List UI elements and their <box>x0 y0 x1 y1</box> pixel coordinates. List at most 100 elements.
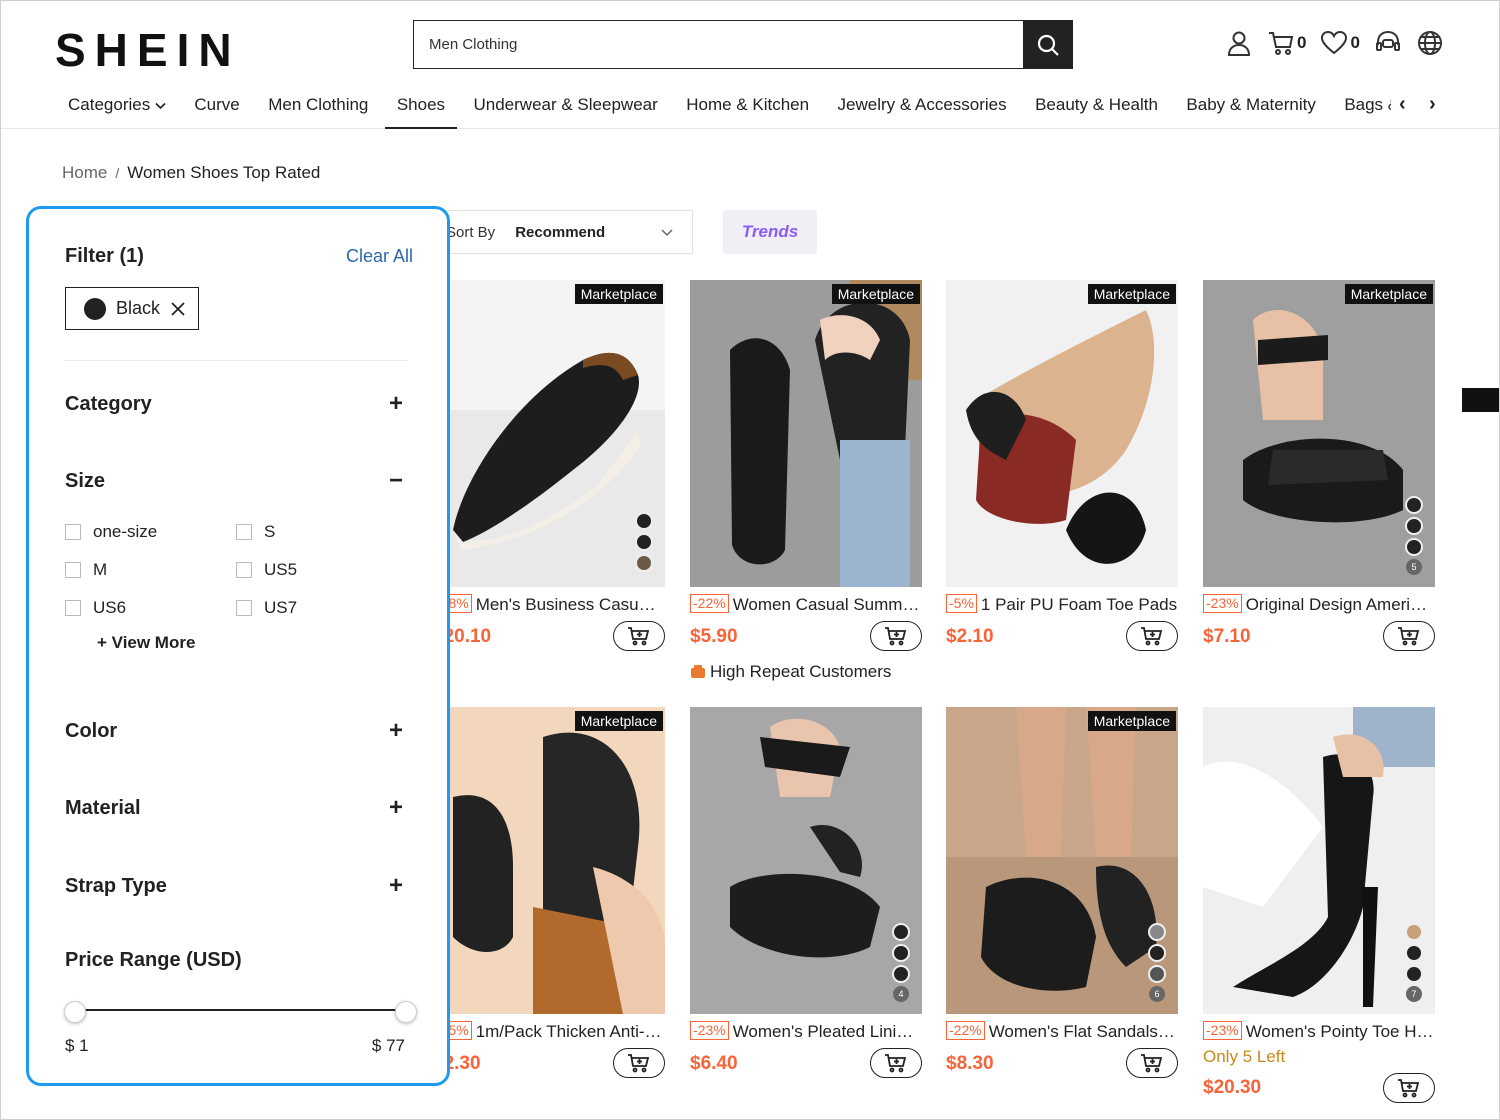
cart-button[interactable]: 0 <box>1267 29 1306 57</box>
add-to-cart-button[interactable] <box>1383 1073 1435 1103</box>
clear-all-button[interactable]: Clear All <box>346 246 413 267</box>
price-slider-track[interactable] <box>75 1009 407 1011</box>
filter-section-color[interactable]: Color + <box>65 717 407 745</box>
product-image[interactable]: Marketplace <box>433 280 665 587</box>
marketplace-badge: Marketplace <box>574 711 663 731</box>
nav-item-bags-luggage[interactable]: Bags & Luggage <box>1332 85 1391 129</box>
filter-section-size[interactable]: Size − <box>65 467 407 495</box>
breadcrumb-home[interactable]: Home <box>62 163 107 182</box>
size-option[interactable]: US6 <box>65 598 126 618</box>
nav-item-jewelry-accessories[interactable]: Jewelry & Accessories <box>826 85 1019 129</box>
filter-section-material[interactable]: Material + <box>65 794 407 822</box>
header-actions: 0 0 <box>1225 29 1444 57</box>
wishlist-button[interactable]: 0 <box>1320 29 1360 57</box>
marketplace-badge: Marketplace <box>1087 711 1176 731</box>
search-input[interactable] <box>414 21 1023 68</box>
price-min-label: $ 1 <box>65 1036 89 1055</box>
checkbox[interactable] <box>236 600 252 616</box>
size-option[interactable]: S <box>236 522 275 542</box>
color-swatches <box>635 512 653 572</box>
nav-item-men-clothing[interactable]: Men Clothing <box>256 85 380 129</box>
search-button[interactable] <box>1023 21 1072 68</box>
add-to-cart-icon <box>628 1054 650 1073</box>
nav-item-baby-maternity[interactable]: Baby & Maternity <box>1174 85 1327 129</box>
color-swatches: 5 <box>1405 496 1423 575</box>
filter-section-category[interactable]: Category + <box>65 390 407 418</box>
product-title[interactable]: -5% 1 Pair PU Foam Toe Pads <box>946 594 1178 615</box>
view-more-button[interactable]: + View More <box>97 633 195 653</box>
nav-prev-button[interactable]: ‹ <box>1399 93 1406 116</box>
product-price: $20.30 <box>1203 1077 1262 1098</box>
support-button[interactable] <box>1374 29 1402 57</box>
product-title[interactable]: -23%Women's Pleated Lining Sandals <box>690 1021 922 1042</box>
add-to-cart-button[interactable] <box>870 621 922 651</box>
add-to-cart-button[interactable] <box>1126 621 1178 651</box>
add-to-cart-icon <box>628 627 650 646</box>
checkbox[interactable] <box>65 524 81 540</box>
sort-value: Recommend <box>515 223 606 241</box>
chevron-down-icon <box>661 229 673 237</box>
product-image[interactable]: Marketplace <box>433 707 665 1014</box>
product-title[interactable]: -22%Women Casual Summer Slides <box>690 594 922 615</box>
size-option[interactable]: one-size <box>65 522 157 542</box>
close-icon[interactable] <box>170 301 186 317</box>
color-swatches: 6 <box>1148 923 1166 1002</box>
wishlist-count: 0 <box>1350 33 1360 52</box>
expand-icon: + <box>388 794 403 821</box>
sort-dropdown[interactable]: Sort By Recommend <box>431 210 693 254</box>
product-title[interactable]: -15%1m/Pack Thicken Anti-Slip Tape <box>433 1021 665 1042</box>
active-filter-chip[interactable]: Black <box>65 287 200 330</box>
nav-item-underwear-sleepwear[interactable]: Underwear & Sleepwear <box>462 85 670 129</box>
nav-item-categories[interactable]: Categories <box>56 85 178 129</box>
product-title[interactable]: -23%Original Design American Sandals <box>1203 594 1435 615</box>
product-image[interactable]: 4 <box>690 707 922 1014</box>
chip-label: Black <box>116 298 161 318</box>
product-image[interactable]: Marketplace 6 <box>946 707 1178 1014</box>
marketplace-badge: Marketplace <box>574 284 663 304</box>
product-image[interactable]: Marketplace <box>690 280 922 587</box>
expand-icon: + <box>388 872 403 899</box>
checkbox[interactable] <box>65 562 81 578</box>
filter-section-strap-type[interactable]: Strap Type + <box>65 872 407 900</box>
price-slider-max-handle[interactable] <box>395 1001 417 1023</box>
nav-item-curve[interactable]: Curve <box>182 85 251 129</box>
product-title[interactable]: -28%Men's Business Casual Shoes <box>433 594 665 615</box>
user-icon <box>1227 31 1251 56</box>
headset-icon <box>1375 30 1400 51</box>
add-to-cart-icon <box>1141 1054 1163 1073</box>
product-title[interactable]: -23% Women's Pointy Toe Heels <box>1203 1021 1435 1042</box>
nav-next-button[interactable]: › <box>1429 93 1436 116</box>
product-image[interactable]: 7 <box>1203 707 1435 1014</box>
product-image[interactable]: Marketplace 5 <box>1203 280 1435 587</box>
color-swatch-black <box>84 297 106 320</box>
nav-item-home-kitchen[interactable]: Home & Kitchen <box>674 85 821 129</box>
price-slider-min-handle[interactable] <box>64 1001 86 1023</box>
size-option[interactable]: M <box>65 560 107 580</box>
trends-button[interactable]: Trends <box>723 210 817 254</box>
checkbox[interactable] <box>65 600 81 616</box>
product-image[interactable]: Marketplace <box>946 280 1178 587</box>
add-to-cart-button[interactable] <box>1126 1048 1178 1078</box>
nav-item-beauty-health[interactable]: Beauty & Health <box>1023 85 1170 129</box>
nav-item-shoes[interactable]: Shoes <box>384 85 458 129</box>
repeat-icon <box>691 665 705 678</box>
cart-icon <box>1269 32 1294 55</box>
marketplace-badge: Marketplace <box>1087 284 1176 304</box>
account-button[interactable] <box>1225 29 1253 57</box>
product-price: $6.40 <box>690 1053 738 1074</box>
add-to-cart-button[interactable] <box>613 1048 665 1078</box>
add-to-cart-button[interactable] <box>1383 621 1435 651</box>
breadcrumb-current: Women Shoes Top Rated <box>127 163 321 182</box>
product-title[interactable]: -22%Women's Flat Sandals Braided <box>946 1021 1178 1042</box>
add-to-cart-button[interactable] <box>613 621 665 651</box>
shein-logo[interactable]: SHEIN <box>55 23 241 77</box>
chevron-down-icon <box>155 102 166 110</box>
checkbox[interactable] <box>236 524 252 540</box>
checkbox[interactable] <box>236 562 252 578</box>
add-to-cart-button[interactable] <box>870 1048 922 1078</box>
size-option[interactable]: US7 <box>236 598 297 618</box>
language-button[interactable] <box>1416 29 1444 57</box>
size-option[interactable]: US5 <box>236 560 297 580</box>
discount-badge: -22% <box>946 1021 985 1040</box>
side-feedback-tab[interactable] <box>1462 388 1499 412</box>
